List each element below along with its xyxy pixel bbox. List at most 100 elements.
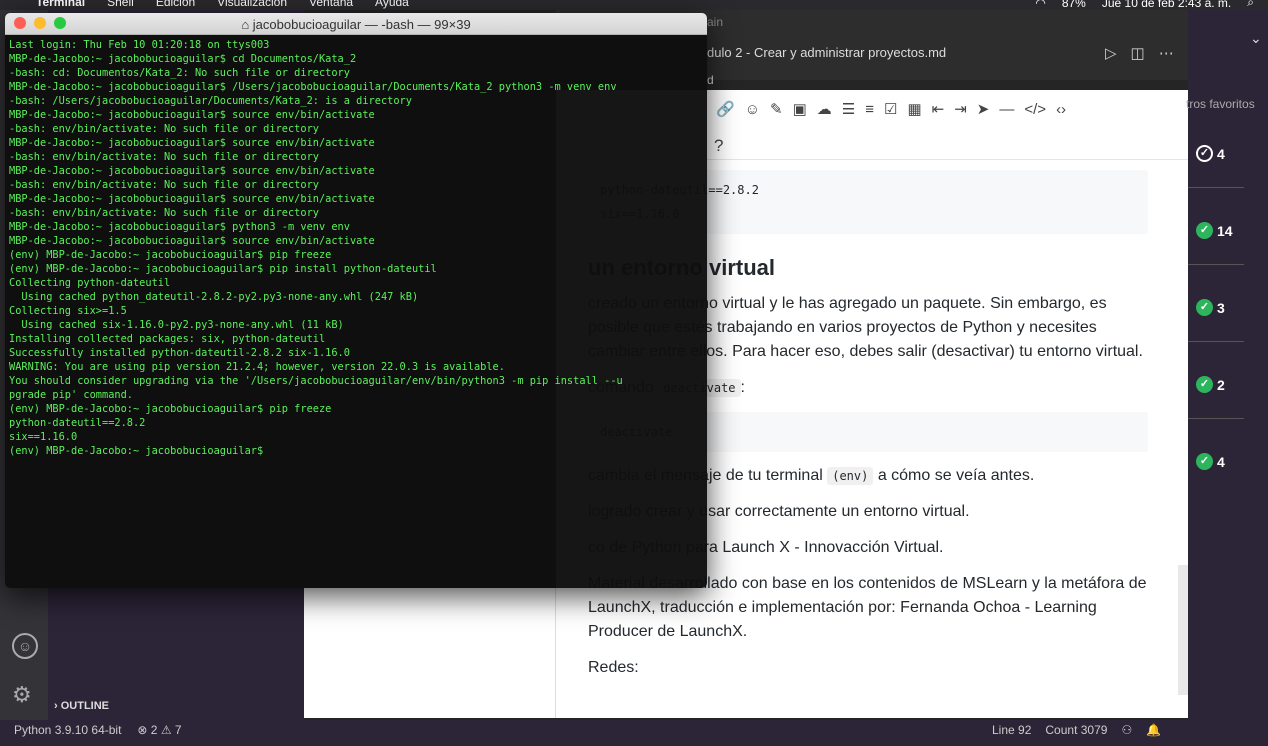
terminal-line: Last login: Thu Feb 10 01:20:18 on ttys0… — [9, 39, 270, 51]
terminal-line: Using cached six-1.16.0-py2.py3-none-any… — [9, 319, 344, 331]
terminal-line: pgrade pip' command. — [9, 389, 133, 401]
line-indicator[interactable]: Line 92 — [992, 723, 1031, 737]
outdent-icon[interactable]: ⇤ — [932, 100, 945, 118]
outline-section[interactable]: › OUTLINE — [54, 700, 109, 712]
terminal-line: Collecting six>=1.5 — [9, 305, 127, 317]
paragraph-7: Redes: — [588, 659, 639, 676]
split-editor-icon[interactable]: ◫ — [1131, 44, 1145, 62]
terminal-line: You should consider upgrading via the '/… — [9, 375, 623, 387]
terminal-line: Installing collected packages: six, pyth… — [9, 333, 326, 345]
terminal-line: (env) MBP-de-Jacobo:~ jacobobucioaguilar… — [9, 263, 437, 275]
emoji-icon[interactable]: ☺ — [745, 101, 760, 118]
check-outline-icon: ✓ — [1196, 145, 1213, 162]
outline-label: OUTLINE — [60, 700, 110, 712]
count-5: 4 — [1217, 453, 1225, 470]
bell-icon[interactable]: 🔔 — [1146, 723, 1161, 737]
tab-sub: d — [707, 73, 714, 87]
edit-icon[interactable]: ✎ — [770, 100, 783, 118]
word-count[interactable]: Count 3079 — [1045, 723, 1107, 737]
favorites-label: tros favoritos — [1186, 97, 1255, 111]
terminal-line: (env) MBP-de-Jacobo:~ jacobobucioaguilar… — [9, 445, 270, 457]
terminal-line: -bash: env/bin/activate: No such file or… — [9, 123, 319, 135]
editor-actions: ▷ ◫ ⋯ — [1105, 44, 1174, 62]
menubar-status: ◠ 87% Jue 10 de feb 2:43 a. m. ⌕ — [1035, 0, 1254, 10]
python-interpreter[interactable]: Python 3.9.10 64-bit — [14, 723, 121, 737]
battery-percent[interactable]: 87% — [1062, 0, 1086, 10]
wifi-icon[interactable]: ◠ — [1035, 0, 1045, 10]
count-item-4[interactable]: ✓ 2 — [1196, 376, 1225, 393]
terminal-line: Successfully installed python-dateutil-2… — [9, 347, 350, 359]
terminal-line: python-dateutil==2.8.2 — [9, 417, 146, 429]
terminal-line: MBP-de-Jacobo:~ jacobobucioaguilar$ sour… — [9, 109, 375, 121]
terminal-line: (env) MBP-de-Jacobo:~ jacobobucioaguilar… — [9, 403, 332, 415]
terminal-line: -bash: env/bin/activate: No such file or… — [9, 151, 319, 163]
count-item-2[interactable]: ✓ 14 — [1196, 222, 1233, 239]
divider — [1188, 418, 1244, 419]
code-inline-icon[interactable]: ‹› — [1056, 101, 1066, 118]
count-4: 2 — [1217, 376, 1225, 393]
terminal-line: MBP-de-Jacobo:~ jacobobucioaguilar$ sour… — [9, 165, 375, 177]
terminal-line: Using cached python_dateutil-2.8.2-py2.p… — [9, 291, 419, 303]
checkbox-icon[interactable]: ☑ — [884, 100, 897, 118]
terminal-title-text: jacobobucioaguilar — -bash — 99×39 — [252, 17, 471, 32]
terminal-line: MBP-de-Jacobo:~ jacobobucioaguilar$ sour… — [9, 235, 375, 247]
help-icon[interactable]: ? — [714, 136, 723, 156]
terminal-title: ⌂ jacobobucioaguilar — -bash — 99×39 — [5, 17, 707, 32]
menubar-items: Terminal Shell Edición Visualización Ven… — [14, 0, 409, 9]
terminal-window[interactable]: ⌂ jacobobucioaguilar — -bash — 99×39 Las… — [5, 13, 707, 588]
right-panel — [1188, 10, 1268, 720]
menu-edicion[interactable]: Edición — [156, 0, 195, 9]
indent-icon[interactable]: ⇥ — [954, 100, 967, 118]
send-icon[interactable]: ➤ — [977, 100, 990, 118]
link-icon[interactable]: 🔗 — [716, 100, 735, 118]
chevron-down-icon[interactable]: ⌄ — [1250, 30, 1262, 47]
gear-icon[interactable]: ⚙ — [12, 682, 32, 708]
menu-ventana[interactable]: Ventana — [309, 0, 353, 9]
run-icon[interactable]: ▷ — [1105, 44, 1117, 62]
home-icon: ⌂ — [241, 17, 253, 32]
terminal-titlebar[interactable]: ⌂ jacobobucioaguilar — -bash — 99×39 — [5, 13, 707, 35]
terminal-line: (env) MBP-de-Jacobo:~ jacobobucioaguilar… — [9, 249, 332, 261]
terminal-output[interactable]: Last login: Thu Feb 10 01:20:18 on ttys0… — [9, 38, 623, 458]
check-circle-icon: ✓ — [1196, 222, 1213, 239]
clock[interactable]: Jue 10 de feb 2:43 a. m. — [1102, 0, 1231, 10]
bullet-list-icon[interactable]: ☰ — [842, 100, 855, 118]
problems-count[interactable]: ⊗ 2 ⚠ 7 — [137, 723, 181, 737]
terminal-line: Collecting python-dateutil — [9, 277, 171, 289]
breadcrumb: ain — [707, 15, 724, 29]
menu-ayuda[interactable]: Ayuda — [375, 0, 409, 9]
hr-icon[interactable]: — — [999, 101, 1014, 118]
count-item-1[interactable]: ✓ 4 — [1196, 145, 1225, 162]
upload-icon[interactable]: ☁ — [817, 100, 832, 118]
count-item-5[interactable]: ✓ 4 — [1196, 453, 1225, 470]
count-item-3[interactable]: ✓ 3 — [1196, 299, 1225, 316]
menu-terminal[interactable]: Terminal — [36, 0, 85, 9]
terminal-line: MBP-de-Jacobo:~ jacobobucioaguilar$ /Use… — [9, 81, 617, 93]
table-icon[interactable]: ▦ — [907, 100, 921, 118]
status-bar: Python 3.9.10 64-bit ⊗ 2 ⚠ 7 Line 92 Cou… — [0, 720, 1268, 746]
tab-markdown-file[interactable]: dulo 2 - Crear y administrar proyectos.m… — [707, 45, 946, 60]
divider — [1188, 187, 1244, 188]
terminal-line: MBP-de-Jacobo:~ jacobobucioaguilar$ sour… — [9, 137, 375, 149]
code-icon[interactable]: </> — [1024, 101, 1046, 118]
preview-scrollbar[interactable] — [1178, 565, 1188, 695]
p3-post: a cómo se veía antes. — [877, 467, 1035, 484]
menu-shell[interactable]: Shell — [107, 0, 134, 9]
terminal-line: -bash: /Users/jacobobucioaguilar/Documen… — [9, 95, 412, 107]
count-3: 3 — [1217, 299, 1225, 316]
numbered-list-icon[interactable]: ≡ — [865, 101, 874, 118]
search-icon[interactable]: ⌕ — [1247, 0, 1254, 10]
person-icon[interactable]: ⚇ — [1121, 723, 1132, 737]
account-icon[interactable]: ☺ — [12, 633, 38, 659]
more-icon[interactable]: ⋯ — [1159, 44, 1174, 62]
image-icon[interactable]: ▣ — [793, 100, 807, 118]
terminal-line: MBP-de-Jacobo:~ jacobobucioaguilar$ cd D… — [9, 53, 357, 65]
markdown-source-pane — [304, 588, 556, 718]
divider — [1188, 341, 1244, 342]
macos-menubar: Terminal Shell Edición Visualización Ven… — [0, 0, 1268, 10]
menu-visualizacion[interactable]: Visualización — [217, 0, 287, 9]
divider — [1188, 264, 1244, 265]
terminal-line: -bash: env/bin/activate: No such file or… — [9, 179, 319, 191]
check-circle-icon: ✓ — [1196, 299, 1213, 316]
terminal-line: six==1.16.0 — [9, 431, 78, 443]
